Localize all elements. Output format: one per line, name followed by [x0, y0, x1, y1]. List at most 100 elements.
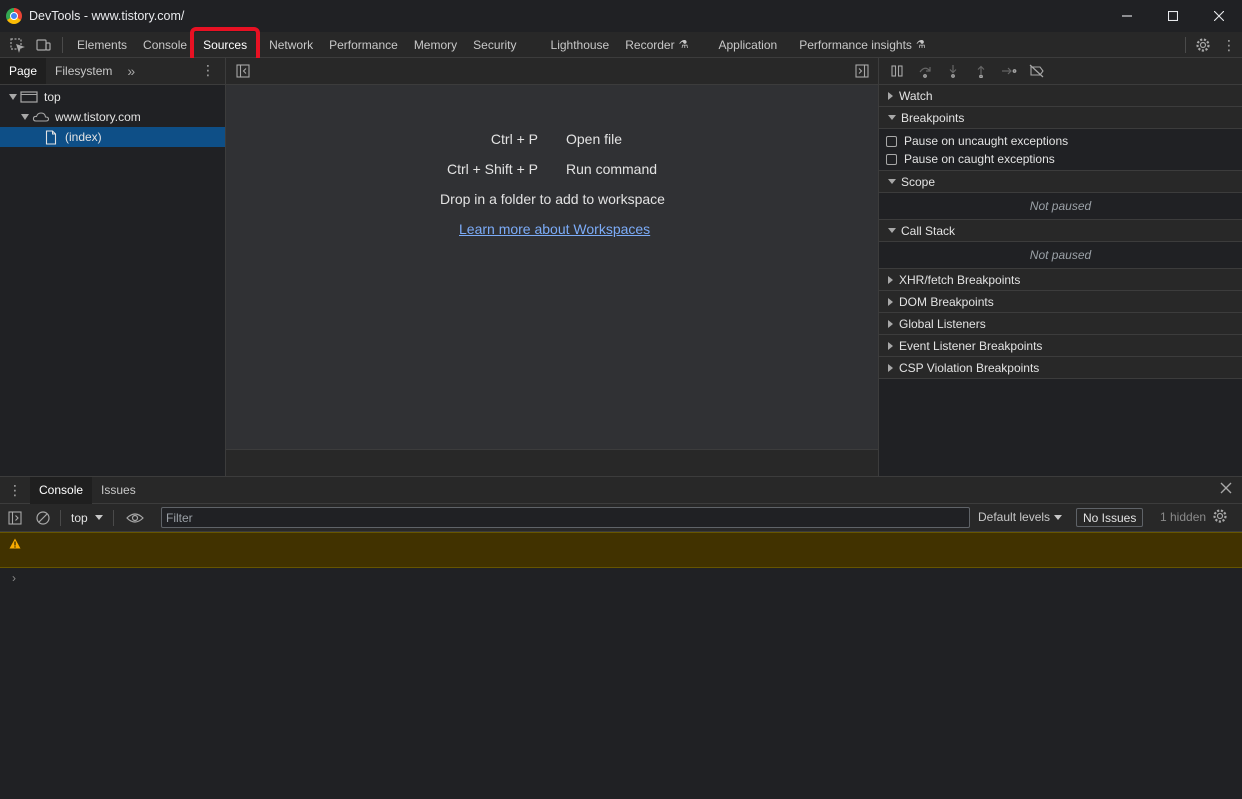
section-dom-breakpoints[interactable]: DOM Breakpoints: [879, 291, 1242, 313]
drawer-menu-icon[interactable]: ⋮: [0, 482, 30, 499]
tab-lighthouse[interactable]: Lighthouse: [543, 32, 618, 58]
console-settings-button[interactable]: [1212, 508, 1228, 527]
collapsed-triangle-icon: [888, 319, 893, 328]
issues-counter-button[interactable]: No Issues: [1076, 508, 1144, 527]
collapsed-triangle-icon: [888, 341, 893, 350]
collapsed-triangle-icon: [888, 91, 893, 100]
context-selector[interactable]: top: [71, 511, 103, 525]
source-editor-pane: Ctrl + P Open file Ctrl + Shift + P Run …: [226, 58, 879, 476]
kebab-menu-icon: ⋮: [1222, 36, 1236, 53]
tree-item-label: (index): [65, 130, 102, 144]
dropdown-caret-icon: [1054, 514, 1063, 520]
section-watch[interactable]: Watch: [879, 85, 1242, 107]
drawer-tab-issues[interactable]: Issues: [92, 477, 145, 504]
close-drawer-button[interactable]: [1220, 482, 1232, 497]
navigator-menu-icon[interactable]: ⋮: [201, 63, 215, 77]
console-prompt[interactable]: ›: [0, 568, 1242, 588]
maximize-button[interactable]: [1150, 0, 1196, 32]
toggle-navigator-button[interactable]: [230, 58, 256, 84]
tab-security[interactable]: Security: [465, 32, 524, 58]
navigator-tab-page[interactable]: Page: [0, 58, 47, 84]
device-toggle-icon: [36, 38, 51, 51]
step-into-button[interactable]: [939, 58, 967, 84]
pause-button[interactable]: [883, 58, 911, 84]
shortcut-keys-open-file: Ctrl + P: [490, 131, 538, 147]
pause-icon: [891, 65, 903, 77]
customize-menu-button[interactable]: ⋮: [1216, 32, 1242, 58]
section-title: Call Stack: [901, 223, 956, 238]
expanded-triangle-icon: [888, 179, 896, 184]
section-global-listeners[interactable]: Global Listeners: [879, 313, 1242, 335]
section-breakpoints[interactable]: Breakpoints: [879, 107, 1242, 129]
console-warning-message[interactable]: [0, 532, 1242, 568]
tree-item-label: top: [44, 90, 61, 104]
pause-uncaught-checkbox[interactable]: [886, 135, 897, 147]
console-filter-input[interactable]: [161, 507, 970, 528]
section-title: Scope: [901, 174, 936, 189]
expand-triangle-icon: [9, 94, 17, 100]
more-tabs-chevron-icon[interactable]: »: [121, 63, 141, 79]
minimize-icon: [1122, 15, 1132, 17]
tab-recorder[interactable]: Recorder ⚗: [617, 32, 696, 58]
section-event-listener-breakpoints[interactable]: Event Listener Breakpoints: [879, 335, 1242, 357]
section-scope[interactable]: Scope: [879, 171, 1242, 193]
section-csp-violation-breakpoints[interactable]: CSP Violation Breakpoints: [879, 357, 1242, 379]
inspect-element-button[interactable]: [4, 32, 30, 58]
shortcut-action-open-file: Open file: [566, 131, 623, 147]
section-title: CSP Violation Breakpoints: [899, 360, 1040, 375]
tab-performance[interactable]: Performance: [321, 32, 406, 58]
close-icon: [1214, 11, 1224, 21]
step-over-icon: [919, 67, 931, 78]
section-title: Breakpoints: [901, 110, 965, 125]
main-tab-bar: Elements Console Sources Network Perform…: [0, 26, 1242, 63]
pause-uncaught-row[interactable]: Pause on uncaught exceptions: [879, 132, 1242, 150]
clear-console-button[interactable]: [30, 505, 56, 531]
minimize-button[interactable]: [1104, 0, 1150, 32]
tab-elements[interactable]: Elements: [69, 32, 135, 58]
toggle-debugger-button[interactable]: [849, 58, 875, 84]
tree-item-domain[interactable]: www.tistory.com: [0, 107, 225, 127]
tab-memory[interactable]: Memory: [406, 32, 465, 58]
debugger-toolbar: [879, 58, 1242, 85]
deactivate-breakpoints-button[interactable]: [1023, 58, 1051, 84]
navigator-tab-filesystem[interactable]: Filesystem: [46, 58, 121, 84]
experiment-flask-icon: ⚗: [678, 39, 689, 51]
log-levels-dropdown[interactable]: Default levels: [978, 510, 1063, 524]
shortcut-keys-run-command: Ctrl + Shift + P: [446, 161, 538, 177]
pause-caught-row[interactable]: Pause on caught exceptions: [879, 150, 1242, 168]
section-call-stack[interactable]: Call Stack: [879, 220, 1242, 242]
section-xhr-breakpoints[interactable]: XHR/fetch Breakpoints: [879, 269, 1242, 291]
gear-icon: [1213, 509, 1227, 523]
pause-caught-checkbox[interactable]: [886, 153, 897, 165]
maximize-icon: [1168, 11, 1178, 21]
section-title: XHR/fetch Breakpoints: [899, 272, 1021, 287]
breakpoint-deactivate-icon: [1029, 64, 1044, 78]
console-sidebar-button[interactable]: [0, 505, 30, 531]
step-out-button[interactable]: [967, 58, 995, 84]
tree-item-top[interactable]: top: [0, 87, 225, 107]
tab-application[interactable]: Application: [710, 32, 785, 58]
gear-icon: [1196, 38, 1210, 52]
drawer-tab-console[interactable]: Console: [30, 476, 93, 504]
section-title: Global Listeners: [899, 316, 986, 331]
pause-uncaught-label: Pause on uncaught exceptions: [904, 134, 1069, 148]
close-window-button[interactable]: [1196, 0, 1242, 32]
tab-sources[interactable]: Sources: [190, 26, 261, 63]
step-button[interactable]: [995, 58, 1023, 84]
tab-sources-label: Sources: [203, 37, 248, 52]
tree-item-index[interactable]: (index): [0, 127, 225, 147]
chrome-logo-icon: [6, 7, 22, 24]
tab-performance-insights[interactable]: Performance insights ⚗: [791, 32, 934, 58]
learn-workspaces-link[interactable]: Learn more about Workspaces: [459, 221, 650, 237]
tab-console[interactable]: Console: [135, 32, 195, 58]
window-controls: [1104, 0, 1242, 32]
tab-network[interactable]: Network: [261, 32, 321, 58]
context-selector-value: top: [71, 510, 88, 525]
pause-caught-label: Pause on caught exceptions: [904, 152, 1055, 166]
inspect-element-icon: [10, 37, 25, 53]
console-toolbar: top Default levels No Issues 1 hidden: [0, 504, 1242, 532]
settings-button[interactable]: [1190, 32, 1216, 58]
device-toolbar-button[interactable]: [30, 32, 56, 58]
step-over-button[interactable]: [911, 58, 939, 84]
live-expression-button[interactable]: [122, 505, 148, 531]
